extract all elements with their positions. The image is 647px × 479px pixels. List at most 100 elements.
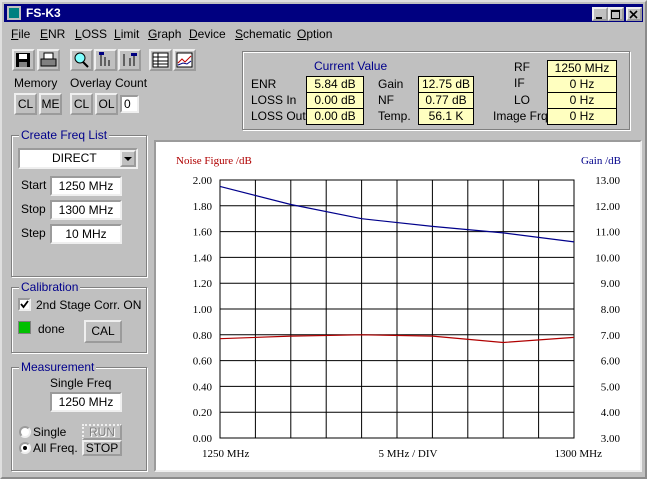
save-button[interactable]: [12, 49, 35, 71]
overlay-clear-button[interactable]: CL: [70, 93, 93, 115]
right-tick-label: 5.00: [601, 381, 621, 393]
chart-panel: Noise Figure /dB Gain /dB 2.00 1.80 1.60 1.…: [154, 140, 642, 472]
right-tick-label: 7.00: [601, 330, 621, 342]
left-tick-label: 1.60: [193, 227, 213, 239]
right-tick-label: 6.00: [601, 356, 621, 368]
menu-loss[interactable]: LOSS: [75, 27, 107, 41]
loss-in-value: 0.00 dB: [306, 92, 364, 109]
title-bar[interactable]: FS-K3: [4, 4, 643, 22]
loss-out-label: LOSS Out: [251, 109, 306, 123]
enr-value: 5.84 dB: [306, 76, 364, 93]
memory-label: Memory: [14, 76, 58, 90]
all-freq-radio[interactable]: [19, 442, 31, 454]
left-tick-label: 0.40: [193, 381, 213, 393]
start-label: Start: [21, 178, 47, 192]
close-icon: [629, 10, 638, 19]
zoom-button[interactable]: [70, 49, 93, 71]
marker-button[interactable]: [94, 49, 117, 71]
menu-graph[interactable]: Graph: [148, 27, 181, 41]
stop-freq-field[interactable]: 1300 MHz: [50, 200, 122, 220]
x-mid-label: 5 MHz / DIV: [379, 448, 438, 460]
left-tick-label: 0.80: [193, 330, 213, 342]
gain-value: 12.75 dB: [418, 76, 474, 93]
menu-schematic[interactable]: Schematic: [235, 27, 291, 41]
calibration-status-label: done: [38, 322, 65, 336]
measurement-title: Measurement: [19, 360, 97, 374]
left-axis-title: Noise Figure /dB: [176, 155, 252, 167]
cal-button[interactable]: CAL: [84, 320, 122, 343]
menu-option[interactable]: Option: [297, 27, 332, 41]
dropdown-button[interactable]: [120, 150, 136, 167]
step-freq-field[interactable]: 10 MHz: [50, 224, 122, 244]
nf-value: 0.77 dB: [418, 92, 474, 109]
rf-value: 1250 MHz: [547, 60, 617, 77]
right-tick-label: 10.00: [595, 252, 620, 264]
freq-mode-value: DIRECT: [52, 151, 97, 165]
count-label: Count: [115, 76, 148, 90]
left-tick-label: 1.00: [193, 304, 213, 316]
print-button[interactable]: [37, 49, 60, 71]
image-freq-value: 0 Hz: [547, 108, 617, 125]
menu-device[interactable]: Device: [189, 27, 226, 41]
right-tick-label: 3.00: [601, 433, 621, 445]
left-tick-label: 2.00: [193, 175, 213, 187]
temp-value: 56.1 K: [418, 108, 474, 125]
run-button[interactable]: RUN: [82, 424, 122, 440]
memory-store-button[interactable]: ME: [39, 93, 62, 115]
maximize-button[interactable]: [608, 7, 624, 21]
left-tick-label: 1.40: [193, 252, 213, 264]
menu-enr[interactable]: ENR: [40, 27, 65, 41]
rf-label: RF: [514, 60, 530, 74]
radio-dot-icon: [23, 446, 27, 450]
right-tick-label: 9.00: [601, 278, 621, 290]
stop-label: Stop: [21, 202, 46, 216]
gain-label: Gain: [378, 77, 404, 91]
loss-out-value: 0.00 dB: [306, 108, 364, 125]
second-stage-checkbox[interactable]: [18, 298, 31, 311]
stop-button[interactable]: STOP: [82, 440, 122, 456]
right-tick-label: 12.00: [595, 201, 620, 213]
marker-peak-icon: [99, 52, 110, 66]
graph-view-button[interactable]: [173, 49, 196, 71]
app-window: FS-K3 File ENR LOSS Limit Graph Device S…: [0, 0, 647, 479]
right-tick-label: 4.00: [601, 407, 621, 419]
maximize-icon: [611, 10, 620, 19]
right-tick-label: 13.00: [595, 175, 620, 187]
calibration-status-indicator: [18, 321, 31, 334]
overlay-count-field[interactable]: 0: [120, 95, 139, 113]
close-button[interactable]: [626, 7, 642, 21]
current-value-title: Current Value: [312, 59, 390, 73]
table-icon: [152, 52, 169, 68]
freq-mode-select[interactable]: DIRECT: [18, 148, 138, 169]
single-freq-label: Single Freq: [50, 376, 112, 390]
left-tick-label: 0.00: [193, 433, 213, 445]
freq-list-title: Create Freq List: [19, 128, 110, 142]
step-label: Step: [21, 226, 46, 240]
calibration-title: Calibration: [19, 280, 81, 294]
enr-label: ENR: [251, 77, 277, 91]
menu-limit[interactable]: Limit: [114, 27, 139, 41]
single-radio-label: Single: [33, 425, 67, 439]
left-tick-label: 1.80: [193, 201, 213, 213]
minimize-button[interactable]: [592, 7, 608, 21]
loss-in-label: LOSS In: [251, 93, 297, 107]
checkmark-icon: [20, 300, 29, 309]
marker-list-button[interactable]: [118, 49, 141, 71]
single-radio[interactable]: [19, 426, 31, 438]
all-freq-radio-label: All Freq.: [33, 441, 78, 455]
temp-label: Temp.: [378, 109, 411, 123]
overlay-button[interactable]: OL: [95, 93, 118, 115]
nf-label: NF: [378, 93, 394, 107]
table-view-button[interactable]: [149, 49, 172, 71]
memory-clear-button[interactable]: CL: [14, 93, 37, 115]
single-freq-field[interactable]: 1250 MHz: [50, 392, 122, 412]
right-axis-title: Gain /dB: [581, 155, 621, 167]
start-freq-field[interactable]: 1250 MHz: [50, 176, 122, 196]
menu-file[interactable]: File: [11, 27, 30, 41]
graph-icon: [176, 52, 193, 68]
noise-gain-chart: Noise Figure /dB Gain /dB 2.00 1.80 1.60 1.…: [176, 155, 621, 460]
left-tick-label: 0.60: [193, 356, 213, 368]
left-tick-label: 0.20: [193, 407, 213, 419]
lo-label: LO: [514, 93, 531, 107]
image-freq-label: Image Frq.: [493, 109, 552, 123]
